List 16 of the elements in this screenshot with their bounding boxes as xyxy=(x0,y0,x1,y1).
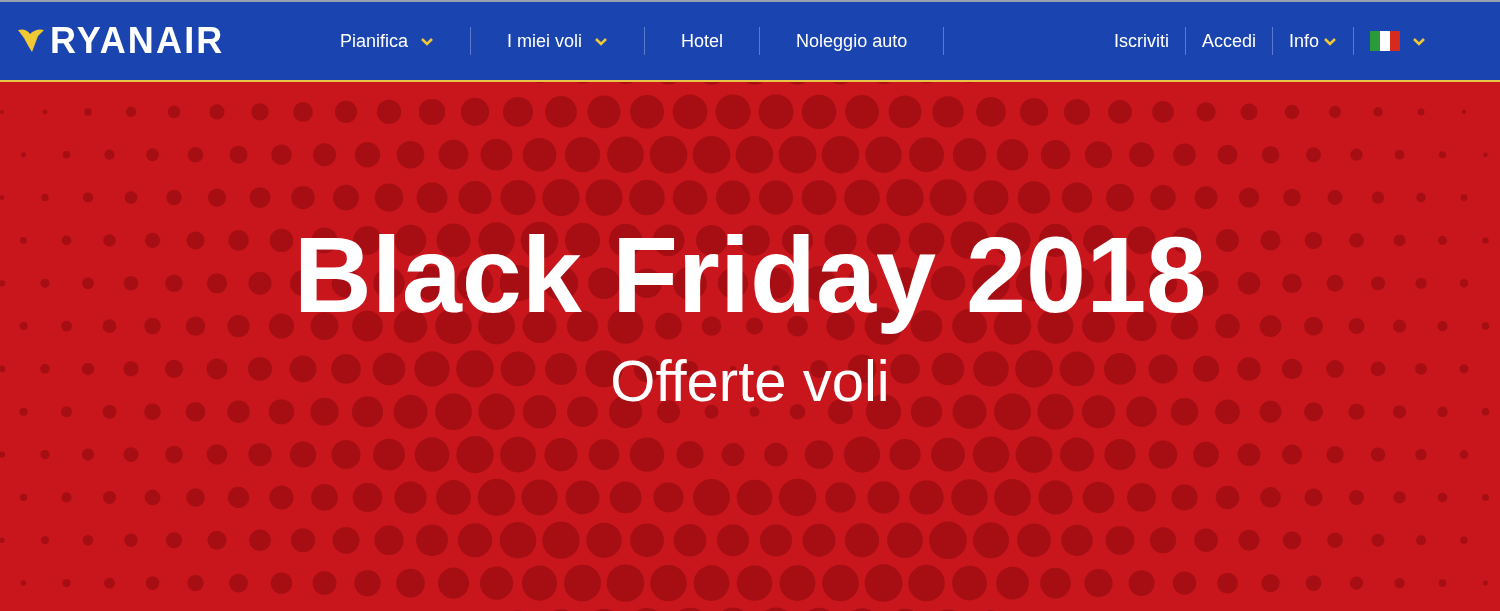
chevron-down-icon xyxy=(1323,36,1337,46)
nav-link[interactable]: Info xyxy=(1284,27,1341,55)
nav-link[interactable]: Iscriviti xyxy=(1109,27,1173,55)
logo-wordmark: RYANAIR xyxy=(50,19,225,63)
nav-link[interactable]: Pianifica xyxy=(316,27,459,55)
nav-link[interactable]: Noleggio auto xyxy=(772,27,932,55)
nav-link[interactable]: Accedi xyxy=(1197,27,1260,55)
hero-title: Black Friday 2018 xyxy=(293,213,1207,337)
italy-flag-icon xyxy=(1370,31,1400,51)
nav-link[interactable]: I miei voli xyxy=(483,27,633,55)
chevron-down-icon xyxy=(420,36,435,46)
hero-subtitle: Offerte voli xyxy=(610,346,890,415)
nav-link[interactable]: Hotel xyxy=(657,27,748,55)
ryanair-logo[interactable]: RYANAIR xyxy=(16,14,316,68)
chevron-down-icon xyxy=(594,36,609,46)
chevron-down-icon xyxy=(1412,36,1426,46)
